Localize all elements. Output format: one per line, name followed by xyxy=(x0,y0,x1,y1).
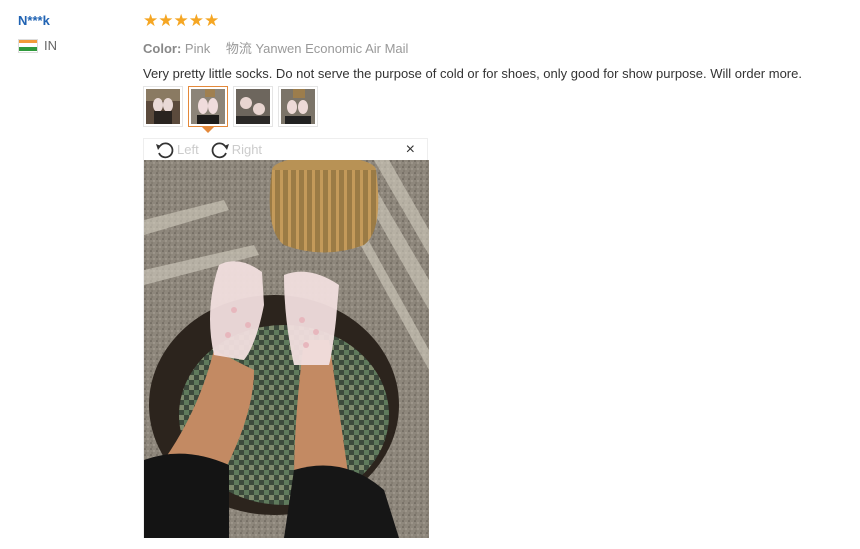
thumbnail-image xyxy=(146,89,180,124)
review-thumbnail-active[interactable] xyxy=(188,86,228,133)
thumbnail-image xyxy=(236,89,270,124)
reviewer-info: N***k IN xyxy=(18,13,57,53)
image-viewer: Left Right × xyxy=(143,138,429,538)
rotate-left-button[interactable]: Left xyxy=(155,140,199,160)
review-thumbnails xyxy=(143,86,318,133)
rotate-left-label: Left xyxy=(177,142,199,157)
rotate-right-label: Right xyxy=(231,142,263,157)
shipping-label: 物流 xyxy=(225,41,252,56)
review-meta: Color: Pink 物流 Yanwen Economic Air Mail xyxy=(143,38,853,57)
review-photo[interactable] xyxy=(144,160,429,538)
rotate-left-icon xyxy=(156,141,174,158)
country-code: IN xyxy=(44,38,57,53)
rotate-right-icon xyxy=(211,141,229,158)
review-thumbnail[interactable] xyxy=(233,86,273,127)
reviewer-country: IN xyxy=(18,38,57,53)
review-text: Very pretty little socks. Do not serve t… xyxy=(143,66,802,81)
thumbnail-image xyxy=(191,89,225,124)
close-icon[interactable]: × xyxy=(406,141,415,159)
viewer-controls: Left Right × xyxy=(144,139,427,160)
star-rating: ★★★★★ xyxy=(143,11,220,30)
review-thumbnail[interactable] xyxy=(143,86,183,127)
thumbnail-image xyxy=(281,89,315,124)
india-flag-icon xyxy=(18,38,38,53)
review-body: ★★★★★ Color: Pink 物流 Yanwen Economic Air… xyxy=(143,11,853,82)
review-thumbnail[interactable] xyxy=(278,86,318,127)
color-value: Pink xyxy=(184,41,211,56)
review-photo-image xyxy=(144,160,429,538)
color-label: Color: xyxy=(143,41,182,56)
reviewer-name[interactable]: N***k xyxy=(18,13,57,28)
rotate-right-button[interactable]: Right xyxy=(210,140,262,160)
shipping-value: Yanwen Economic Air Mail xyxy=(255,41,409,56)
